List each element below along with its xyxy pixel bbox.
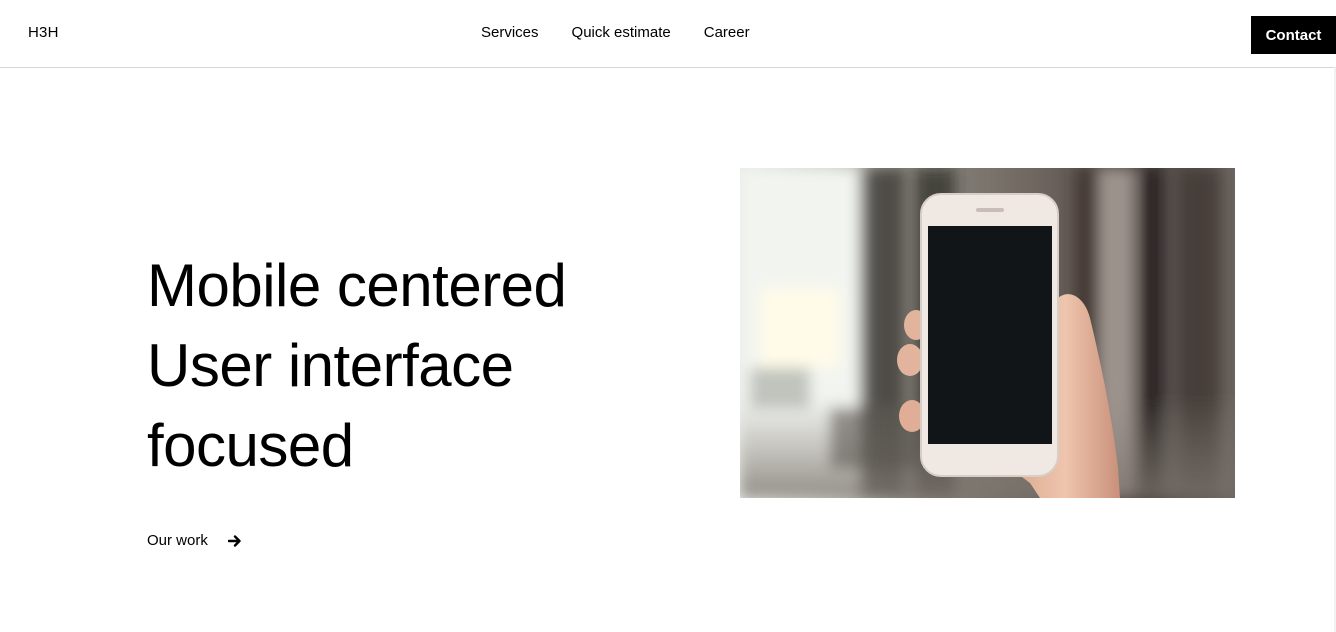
hero-title-line-3: focused — [147, 412, 354, 479]
hero-image — [740, 168, 1235, 498]
our-work-link[interactable]: Our work — [147, 532, 242, 549]
nav-link-services[interactable]: Services — [481, 24, 539, 41]
arrow-right-icon — [227, 534, 242, 548]
nav-link-quick-estimate[interactable]: Quick estimate — [572, 24, 671, 41]
nav-link-career[interactable]: Career — [704, 24, 750, 41]
brand-logo[interactable]: H3H — [28, 24, 59, 41]
hero-title: Mobile centered User interface focused — [147, 246, 567, 486]
main-nav: Services Quick estimate Career — [481, 24, 750, 41]
our-work-label: Our work — [147, 532, 208, 549]
top-navbar: H3H Services Quick estimate Career Conta… — [0, 0, 1336, 68]
hero-title-line-1: Mobile centered — [147, 252, 567, 319]
hero-title-line-2: User interface — [147, 332, 514, 399]
contact-button[interactable]: Contact — [1251, 16, 1336, 54]
phone-in-hand-illustration — [740, 168, 1235, 498]
page: H3H Services Quick estimate Career Conta… — [0, 0, 1336, 632]
